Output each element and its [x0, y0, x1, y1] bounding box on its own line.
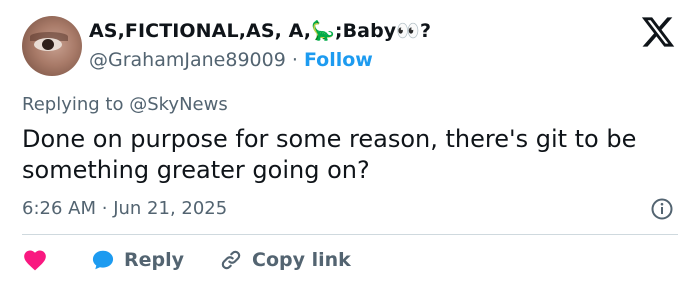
reply-label: Reply: [124, 249, 185, 271]
copy-link-button[interactable]: Copy link: [218, 247, 351, 273]
separator: ·: [291, 49, 298, 71]
heart-icon: [24, 250, 46, 271]
info-icon[interactable]: [650, 197, 674, 221]
eyes-emoji-icon: 👀: [396, 20, 421, 42]
separator: ·: [101, 198, 108, 219]
author-handle[interactable]: @GrahamJane89009: [89, 49, 286, 71]
follow-button[interactable]: Follow: [304, 49, 373, 71]
x-logo-icon[interactable]: [640, 14, 676, 50]
tweet-text: Done on purpose for some reason, there's…: [22, 125, 637, 184]
replying-to: Replying to @SkyNews: [22, 94, 228, 115]
tweet-time: 6:26 AM: [22, 198, 96, 219]
link-icon: [221, 250, 241, 270]
timestamp[interactable]: 6:26 AM · Jun 21, 2025: [22, 198, 227, 219]
tweet-date: Jun 21, 2025: [113, 198, 228, 219]
reply-bubble-icon: [92, 250, 114, 270]
copy-link-label: Copy link: [252, 249, 351, 271]
divider: [22, 234, 678, 235]
author-display-name[interactable]: AS,FICTIONAL,AS, A,🦕;Baby👀?: [89, 19, 431, 42]
avatar[interactable]: [22, 16, 82, 76]
replying-to-handle[interactable]: @SkyNews: [129, 94, 228, 115]
dinosaur-emoji-icon: 🦕: [311, 20, 335, 42]
reply-button[interactable]: Reply: [90, 247, 184, 273]
like-button[interactable]: [22, 247, 56, 273]
action-bar: Reply Copy link: [22, 245, 385, 275]
author-handle-row: @GrahamJane89009 · Follow: [89, 49, 373, 71]
